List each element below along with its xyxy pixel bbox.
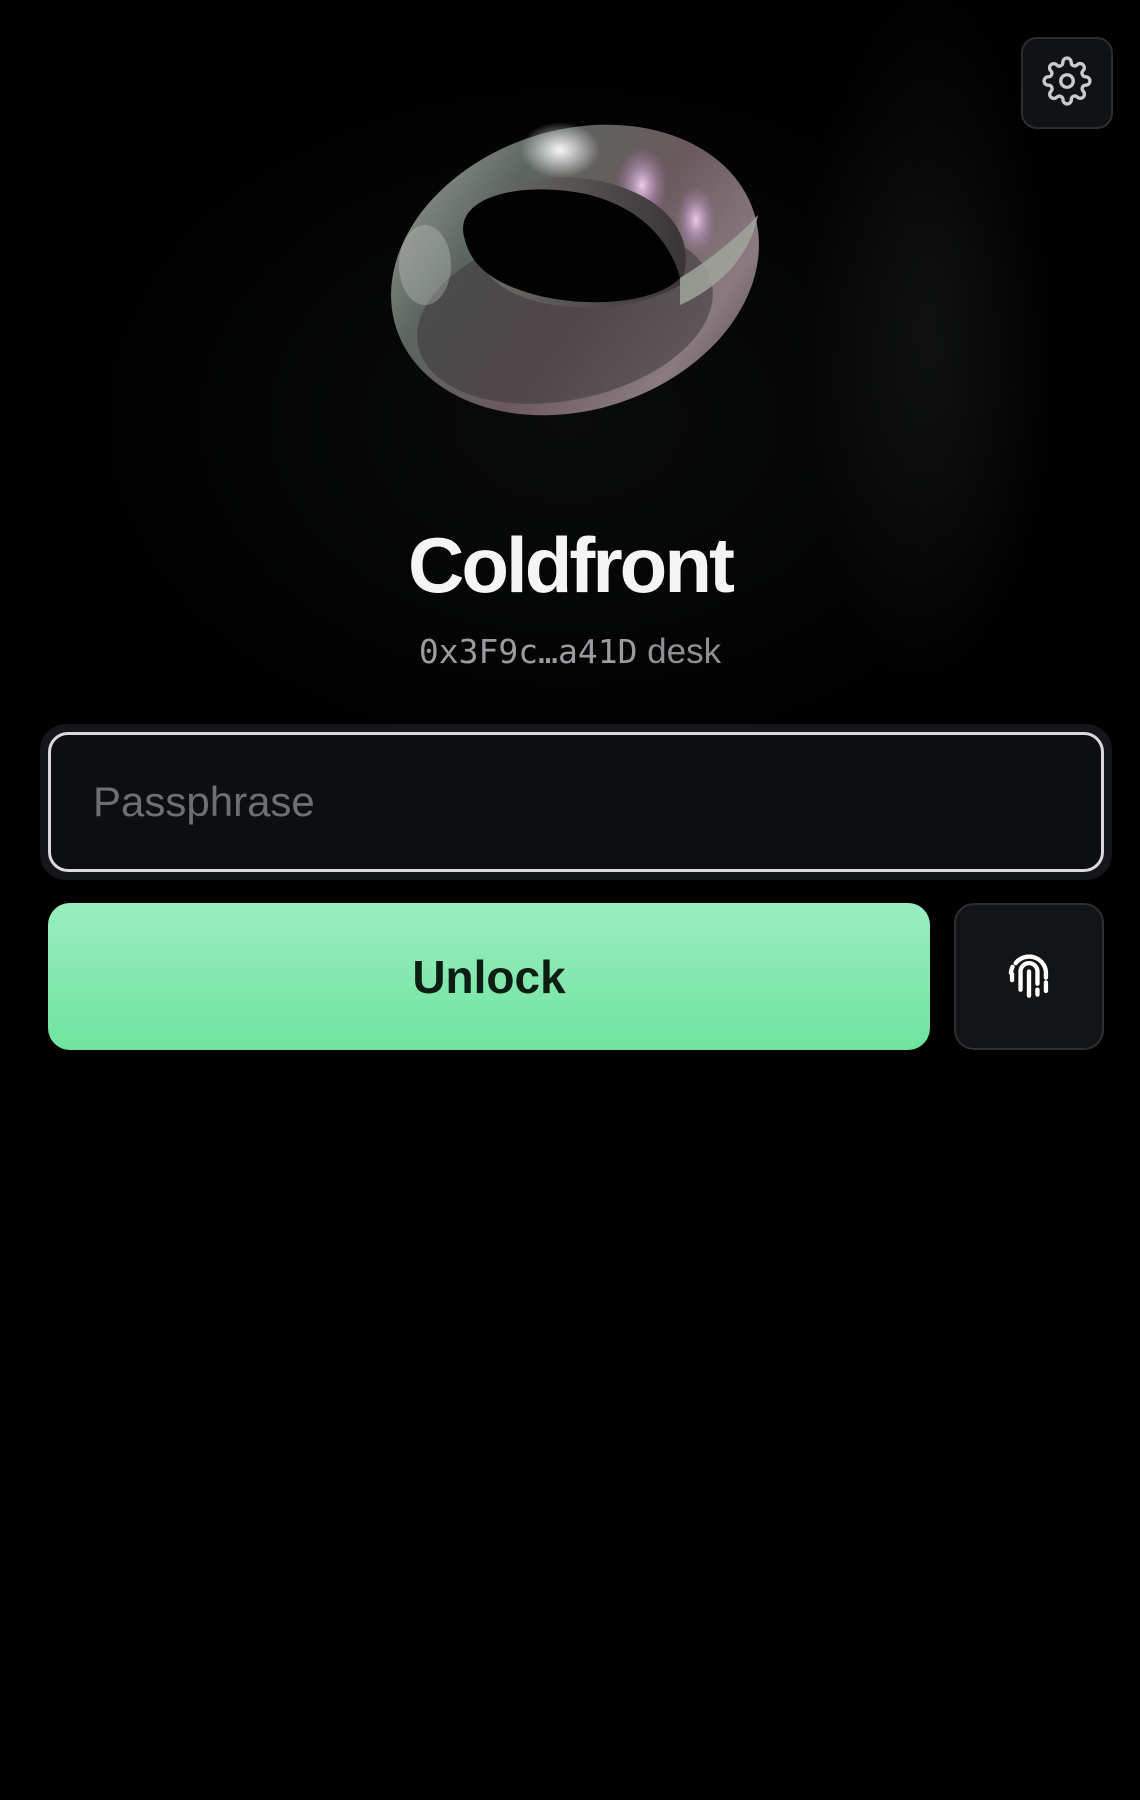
- unlock-button[interactable]: Unlock: [48, 903, 930, 1050]
- account-identifier: 0x3F9c…a41D desk: [0, 632, 1140, 672]
- fingerprint-icon: [1000, 945, 1058, 1008]
- biometric-unlock-button[interactable]: [954, 903, 1104, 1050]
- account-address: 0x3F9c…a41D: [418, 632, 638, 671]
- account-name: desk: [647, 632, 722, 671]
- mobius-ring-logo: [380, 100, 780, 440]
- passphrase-field-wrapper: [40, 724, 1112, 880]
- gear-icon: [1042, 55, 1092, 111]
- lock-screen: Coldfront 0x3F9c…a41D desk Unlock: [0, 0, 1140, 1800]
- app-title: Coldfront: [408, 521, 735, 609]
- passphrase-input[interactable]: [48, 732, 1104, 872]
- settings-button[interactable]: [1021, 37, 1113, 129]
